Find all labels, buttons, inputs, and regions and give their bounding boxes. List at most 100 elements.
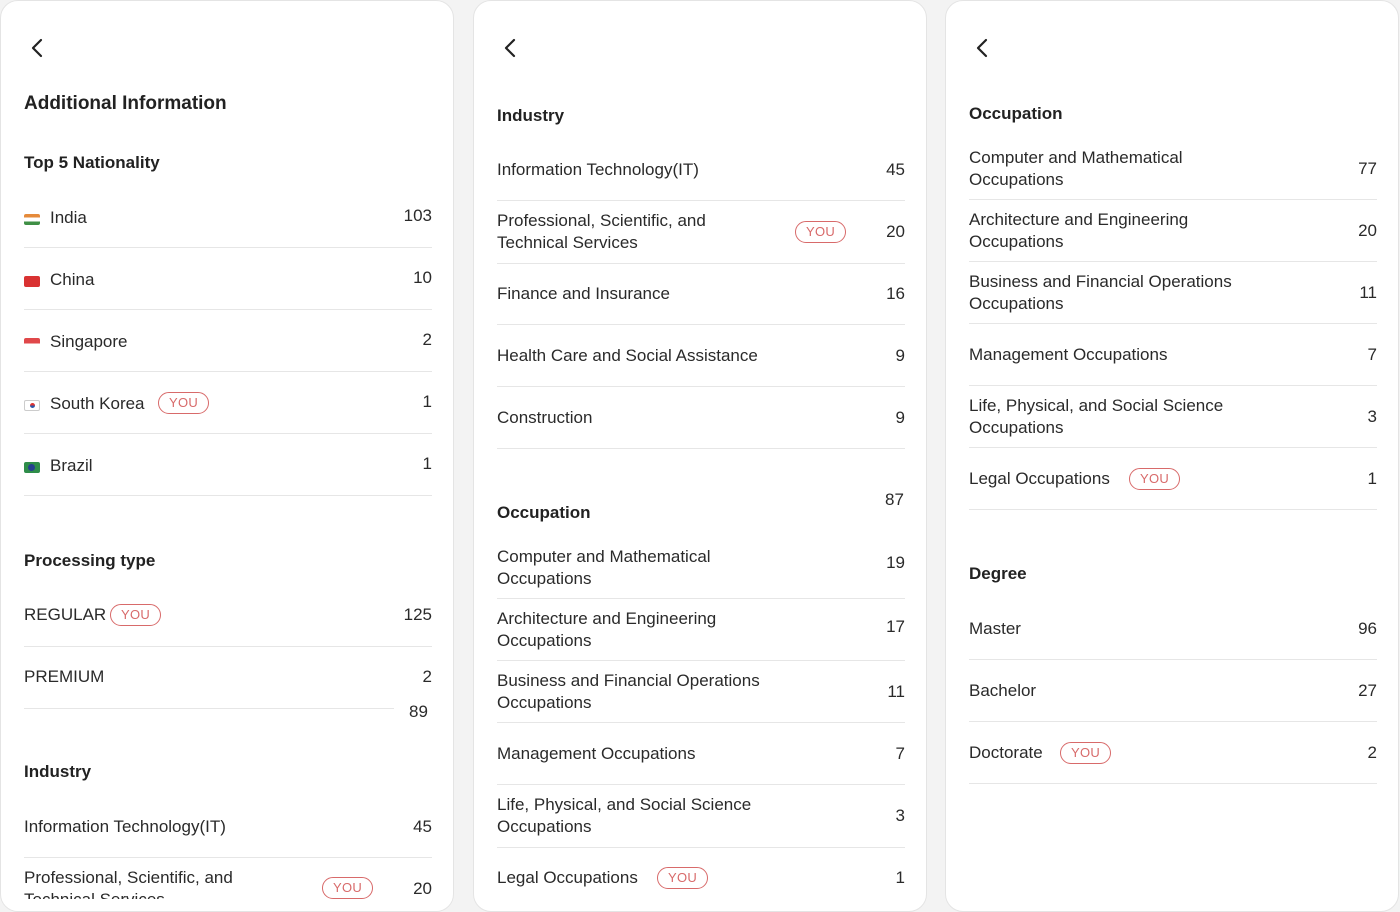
occupation-count: 17: [886, 617, 905, 636]
divider: [24, 646, 432, 647]
industry-label: Information Technology(IT): [24, 817, 226, 836]
occupation-count: 7: [1367, 345, 1377, 364]
occupation-row-legal: Legal Occupations YOU 1: [497, 867, 905, 897]
additional-info-panel-3: Occupation Computer and Mathematical Occ…: [945, 0, 1399, 912]
back-arrow-icon[interactable]: [500, 37, 522, 59]
occupation-label-line2: Occupations: [497, 817, 592, 836]
occupation-count: 7: [895, 744, 905, 763]
degree-count: 27: [1358, 681, 1377, 700]
divider: [969, 199, 1377, 200]
nationality-row-south-korea: South Korea YOU 1: [24, 392, 432, 435]
divider: [497, 324, 905, 325]
industry-row-it: Information Technology(IT) 45: [497, 159, 905, 201]
nationality-row-china: China 10: [24, 268, 432, 311]
additional-info-panel-1: Additional Information Top 5 Nationality…: [0, 0, 454, 912]
occupation-label: Computer and Mathematical: [969, 148, 1183, 167]
nationality-count: 1: [422, 454, 432, 473]
industry-count: 9: [895, 408, 905, 427]
degree-row-doctorate: Doctorate YOU 2: [969, 742, 1377, 784]
processing-count: 125: [403, 605, 432, 624]
occupation-row-business: Business and Financial Operations Occupa…: [969, 271, 1377, 324]
south-korea-flag-icon: [24, 400, 40, 411]
occupation-label: Legal Occupations: [497, 868, 638, 887]
back-arrow-icon[interactable]: [27, 37, 49, 59]
divider: [497, 660, 905, 661]
occupation-count: 1: [895, 868, 905, 887]
processing-count: 2: [422, 667, 432, 686]
brazil-flag-icon: [24, 462, 40, 473]
you-badge: YOU: [1129, 468, 1181, 490]
nationality-label: Brazil: [50, 456, 93, 475]
occupation-label-line2: Occupations: [969, 294, 1064, 313]
industry-row-construction: Construction 9: [497, 407, 905, 449]
occupation-heading: Occupation: [497, 503, 591, 522]
industry-heading: Industry: [24, 762, 92, 781]
industry-count: 45: [413, 817, 432, 836]
nationality-row-singapore: Singapore 2: [24, 330, 432, 373]
nationality-label: South Korea: [50, 394, 145, 413]
occupation-label: Life, Physical, and Social Science: [969, 396, 1224, 415]
additional-info-panel-2: Industry Information Technology(IT) 45 P…: [473, 0, 927, 912]
occupation-label: Business and Financial Operations: [969, 272, 1232, 291]
nationality-count: 1: [422, 392, 432, 411]
occupation-label: Computer and Mathematical: [497, 547, 711, 566]
divider: [24, 371, 432, 372]
you-badge: YOU: [1060, 742, 1112, 764]
industry-count: 9: [895, 346, 905, 365]
occupation-row-computer: Computer and Mathematical Occupations 77: [969, 147, 1377, 200]
processing-extra-count: 89: [409, 702, 428, 721]
divider: [24, 309, 432, 310]
divider: [969, 659, 1377, 660]
occupation-label: Management Occupations: [497, 744, 696, 763]
china-flag-icon: [24, 276, 40, 287]
occupation-label-line2: Occupations: [969, 232, 1064, 251]
occupation-count: 11: [887, 682, 905, 701]
divider: [497, 784, 905, 785]
back-arrow-icon[interactable]: [972, 37, 994, 59]
occupation-count: 20: [1358, 221, 1377, 240]
occupation-label: Architecture and Engineering: [969, 210, 1189, 229]
degree-row-bachelor: Bachelor 27: [969, 680, 1377, 722]
nationality-row-brazil: Brazil 1: [24, 454, 432, 497]
industry-label: Finance and Insurance: [497, 284, 670, 303]
divider: [24, 495, 432, 496]
degree-heading: Degree: [969, 564, 1027, 583]
industry-label: Professional, Scientific, and: [24, 868, 233, 887]
occupation-label: Life, Physical, and Social Science: [497, 795, 752, 814]
occupation-row-legal: Legal Occupations YOU 1: [969, 468, 1377, 510]
occupation-label-line2: Occupations: [969, 418, 1064, 437]
degree-label: Doctorate: [969, 743, 1043, 762]
industry-count: 20: [413, 879, 432, 898]
processing-heading: Processing type: [24, 551, 156, 570]
india-flag-icon: [24, 214, 40, 225]
occupation-label-line2: Occupations: [497, 631, 592, 650]
occupation-row-management: Management Occupations 7: [497, 743, 905, 785]
divider: [969, 261, 1377, 262]
degree-count: 96: [1358, 619, 1377, 638]
divider: [24, 857, 432, 858]
occupation-row-life-science: Life, Physical, and Social Science Occup…: [969, 395, 1377, 448]
processing-row-regular: REGULAR YOU 125: [24, 604, 432, 647]
divider: [497, 722, 905, 723]
occupation-row-computer: Computer and Mathematical Occupations 19: [497, 546, 905, 599]
industry-label: Information Technology(IT): [497, 160, 699, 179]
industry-label: Professional, Scientific, and: [497, 211, 706, 230]
industry-row-professional: Professional, Scientific, and Technical …: [497, 210, 905, 264]
nationality-heading: Top 5 Nationality: [24, 153, 160, 172]
occupation-label: Architecture and Engineering: [497, 609, 717, 628]
degree-count: 2: [1367, 743, 1377, 762]
you-badge: YOU: [110, 604, 162, 626]
singapore-flag-icon: [24, 338, 40, 349]
occupation-count: 11: [1359, 283, 1377, 302]
degree-label: Master: [969, 619, 1021, 638]
occupation-extra-count: 87: [885, 490, 904, 509]
divider: [497, 386, 905, 387]
divider: [24, 708, 394, 709]
divider: [497, 200, 905, 201]
divider: [969, 721, 1377, 722]
nationality-row-india: India 103: [24, 206, 432, 249]
industry-label-line2: Technical Services: [497, 233, 638, 252]
nationality-label: India: [50, 208, 87, 227]
occupation-label: Legal Occupations: [969, 469, 1110, 488]
processing-row-premium: PREMIUM 2: [24, 666, 432, 710]
